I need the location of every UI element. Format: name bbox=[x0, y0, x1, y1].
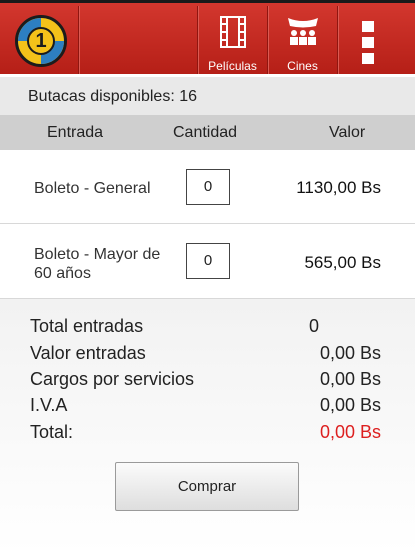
total-tickets-value: 0 bbox=[308, 316, 319, 336]
movies-button[interactable]: Películas bbox=[198, 6, 267, 77]
overflow-menu-icon[interactable] bbox=[362, 21, 376, 69]
quantity-input[interactable]: 0 bbox=[186, 243, 230, 279]
tickets-value-label: Valor entradas bbox=[30, 343, 146, 363]
service-charges-label: Cargos por servicios bbox=[30, 369, 195, 389]
ticket-name: Boleto - Mayor de 60 años bbox=[34, 246, 161, 282]
cinemas-button[interactable]: Cines bbox=[268, 6, 337, 77]
column-header-ticket: Entrada bbox=[47, 124, 104, 141]
ticket-price: 565,00 Bs bbox=[304, 253, 381, 272]
app-logo-icon[interactable]: 1 bbox=[15, 15, 67, 67]
total-label: Total: bbox=[30, 422, 74, 442]
nav-divider bbox=[78, 6, 79, 74]
vat-label: I.V.A bbox=[30, 395, 68, 415]
summary-panel: Total entradas 0 Valor entradas 0,00 Bs … bbox=[0, 299, 415, 553]
quantity-input[interactable]: 0 bbox=[186, 169, 230, 205]
available-seats: Butacas disponibles: 16 bbox=[0, 77, 415, 115]
tickets-value: 0,00 Bs bbox=[319, 343, 381, 363]
cinemas-label: Cines bbox=[287, 59, 318, 73]
cinema-seats-icon bbox=[287, 18, 318, 45]
ticket-price: 1130,00 Bs bbox=[296, 178, 381, 197]
column-header-quantity: Cantidad bbox=[173, 124, 238, 141]
movies-label: Películas bbox=[208, 59, 257, 73]
ticket-name: Boleto - General bbox=[34, 180, 151, 197]
total-value: 0,00 Bs bbox=[319, 422, 381, 442]
total-tickets-label: Total entradas bbox=[30, 316, 144, 336]
buy-button[interactable]: Comprar bbox=[115, 462, 299, 511]
film-icon bbox=[219, 16, 246, 48]
table-row: Boleto - Mayor de 60 años 0 565,00 Bs bbox=[0, 225, 415, 299]
table-row: Boleto - General 0 1130,00 Bs bbox=[0, 150, 415, 224]
vat-value: 0,00 Bs bbox=[319, 395, 381, 415]
service-charges-value: 0,00 Bs bbox=[319, 369, 381, 389]
nav-divider bbox=[337, 6, 338, 74]
table-header: Entrada Cantidad Valor bbox=[0, 115, 415, 150]
logo-number: 1 bbox=[27, 27, 55, 55]
top-bar: 1 Películas Cines bbox=[0, 0, 415, 74]
column-header-value: Valor bbox=[329, 124, 366, 141]
